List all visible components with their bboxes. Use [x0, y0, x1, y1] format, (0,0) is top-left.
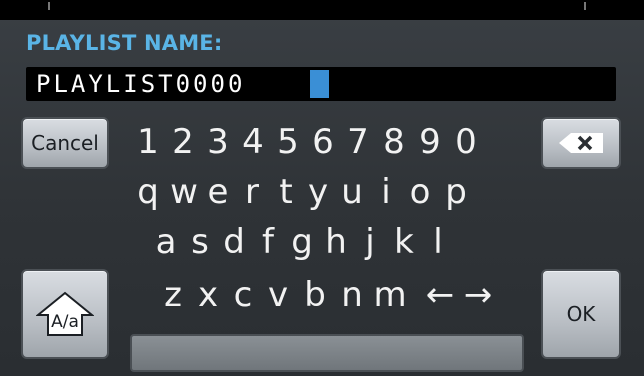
key-0[interactable]: 0 [448, 122, 484, 164]
playlist-name-value: PLAYLIST0000 [36, 70, 246, 98]
key-k[interactable]: k [386, 222, 422, 264]
key-w[interactable]: w [166, 172, 202, 214]
key-a[interactable]: a [148, 222, 184, 264]
case-toggle-button[interactable]: A/a [21, 269, 109, 359]
key-left-arrow[interactable]: ← [422, 275, 458, 317]
keyboard-screen: PLAYLIST NAME: PLAYLIST0000 Cancel A/a O… [0, 0, 644, 376]
top-bar-divider [584, 2, 586, 10]
key-s[interactable]: s [182, 222, 218, 264]
key-3[interactable]: 3 [200, 122, 236, 164]
key-m[interactable]: m [372, 275, 408, 317]
key-7[interactable]: 7 [340, 122, 376, 164]
key-h[interactable]: h [318, 222, 354, 264]
backspace-icon [559, 133, 603, 153]
key-v[interactable]: v [260, 275, 296, 317]
key-u[interactable]: u [334, 172, 370, 214]
key-b[interactable]: b [297, 275, 333, 317]
key-9[interactable]: 9 [412, 122, 448, 164]
key-o[interactable]: o [402, 172, 438, 214]
key-5[interactable]: 5 [270, 122, 306, 164]
key-p[interactable]: p [438, 172, 474, 214]
key-4[interactable]: 4 [235, 122, 271, 164]
key-d[interactable]: d [216, 222, 252, 264]
key-q[interactable]: q [130, 172, 166, 214]
key-e[interactable]: e [200, 172, 236, 214]
top-bar-divider [48, 2, 50, 10]
case-toggle-label: A/a [51, 312, 79, 332]
key-j[interactable]: j [352, 222, 388, 264]
key-l[interactable]: l [420, 222, 456, 264]
key-1[interactable]: 1 [130, 122, 166, 164]
key-z[interactable]: z [155, 275, 191, 317]
key-g[interactable]: g [284, 222, 320, 264]
playlist-name-label: PLAYLIST NAME: [26, 31, 223, 55]
key-6[interactable]: 6 [305, 122, 341, 164]
key-8[interactable]: 8 [376, 122, 412, 164]
key-n[interactable]: n [334, 275, 370, 317]
key-f[interactable]: f [250, 222, 286, 264]
key-y[interactable]: y [300, 172, 336, 214]
playlist-name-field[interactable]: PLAYLIST0000 [26, 67, 616, 101]
key-2[interactable]: 2 [165, 122, 201, 164]
key-i[interactable]: i [368, 172, 404, 214]
key-x[interactable]: x [190, 275, 226, 317]
backspace-button[interactable] [541, 117, 621, 169]
cancel-button[interactable]: Cancel [21, 117, 109, 169]
top-bar [0, 0, 644, 20]
ok-button[interactable]: OK [541, 269, 621, 359]
key-t[interactable]: t [268, 172, 304, 214]
key-r[interactable]: r [234, 172, 270, 214]
key-right-arrow[interactable]: → [460, 275, 496, 317]
text-cursor [310, 70, 329, 98]
space-bar[interactable] [130, 334, 524, 372]
key-c[interactable]: c [225, 275, 261, 317]
